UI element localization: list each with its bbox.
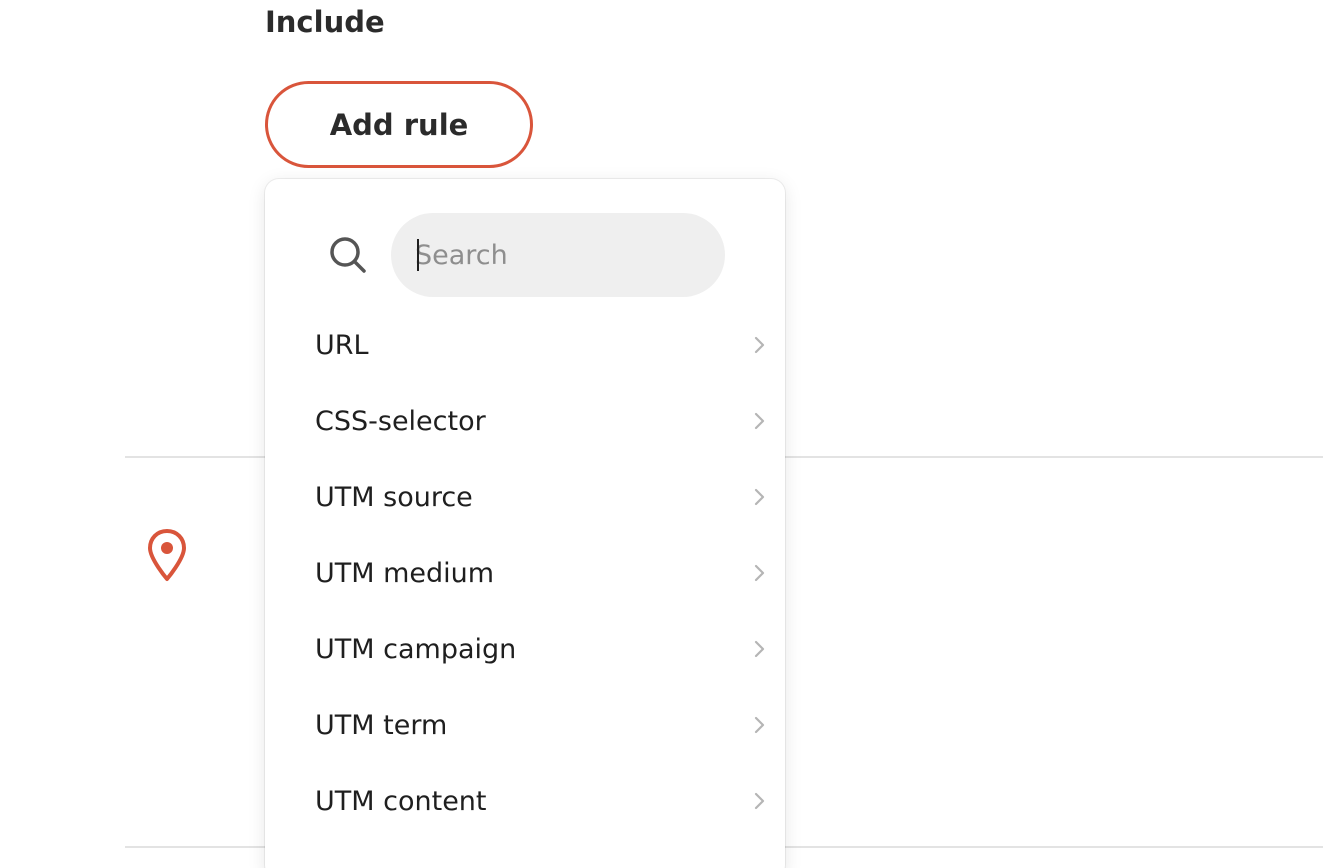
menu-item-css-selector[interactable]: CSS-selector [265, 383, 785, 459]
menu-item-utm-campaign[interactable]: UTM campaign [265, 611, 785, 687]
menu-item-label: URL [315, 329, 369, 361]
chevron-right-icon [754, 640, 765, 658]
map-pin-icon [148, 529, 186, 581]
menu-item-label: UTM medium [315, 557, 495, 589]
rule-type-list: URL CSS-selector UTM source UTM medium U… [265, 307, 785, 839]
chevron-right-icon [754, 488, 765, 506]
menu-item-label: CSS-selector [315, 405, 486, 437]
search-row [265, 213, 785, 297]
menu-item-url[interactable]: URL [265, 307, 785, 383]
menu-item-utm-content[interactable]: UTM content [265, 763, 785, 839]
menu-item-utm-term[interactable]: UTM term [265, 687, 785, 763]
menu-item-label: UTM term [315, 709, 448, 741]
chevron-right-icon [754, 792, 765, 810]
chevron-right-icon [754, 412, 765, 430]
menu-item-utm-source[interactable]: UTM source [265, 459, 785, 535]
text-caret [417, 239, 419, 271]
menu-item-label: UTM source [315, 481, 473, 513]
menu-item-utm-medium[interactable]: UTM medium [265, 535, 785, 611]
search-input[interactable] [391, 213, 725, 297]
menu-item-label: UTM campaign [315, 633, 517, 665]
chevron-right-icon [754, 336, 765, 354]
menu-item-label: UTM content [315, 785, 487, 817]
section-title: Include [265, 5, 385, 39]
search-icon [330, 237, 366, 273]
add-rule-button[interactable]: Add rule [265, 81, 533, 168]
add-rule-dropdown: URL CSS-selector UTM source UTM medium U… [265, 179, 785, 868]
chevron-right-icon [754, 716, 765, 734]
chevron-right-icon [754, 564, 765, 582]
